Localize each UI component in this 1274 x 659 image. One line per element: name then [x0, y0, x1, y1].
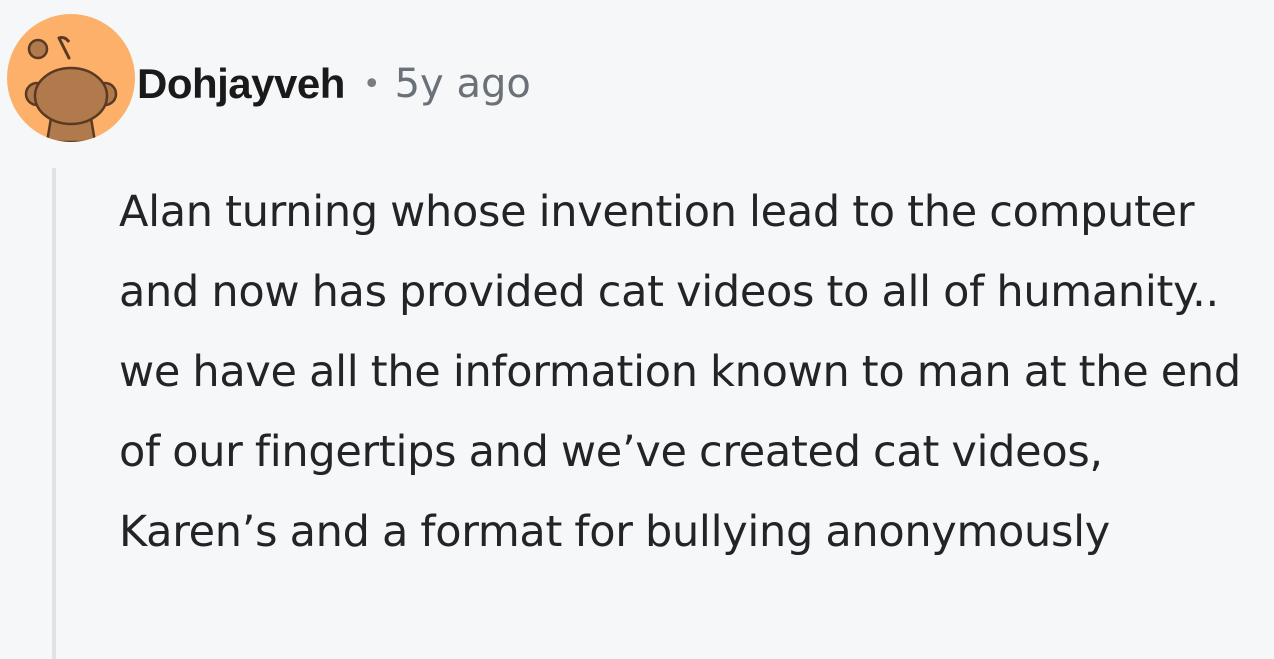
reddit-snoo-avatar-icon	[24, 36, 118, 142]
username[interactable]: Dohjayveh	[137, 60, 345, 108]
avatar[interactable]	[7, 14, 135, 142]
timestamp[interactable]: 5y ago	[395, 61, 531, 107]
comment: Dohjayveh • 5y ago Alan turning whose in…	[0, 0, 1274, 659]
thread-line[interactable]	[52, 168, 56, 659]
comment-header: Dohjayveh • 5y ago	[137, 56, 531, 112]
comment-body: Alan turning whose invention lead to the…	[119, 187, 1241, 557]
separator-dot: •	[362, 66, 381, 102]
